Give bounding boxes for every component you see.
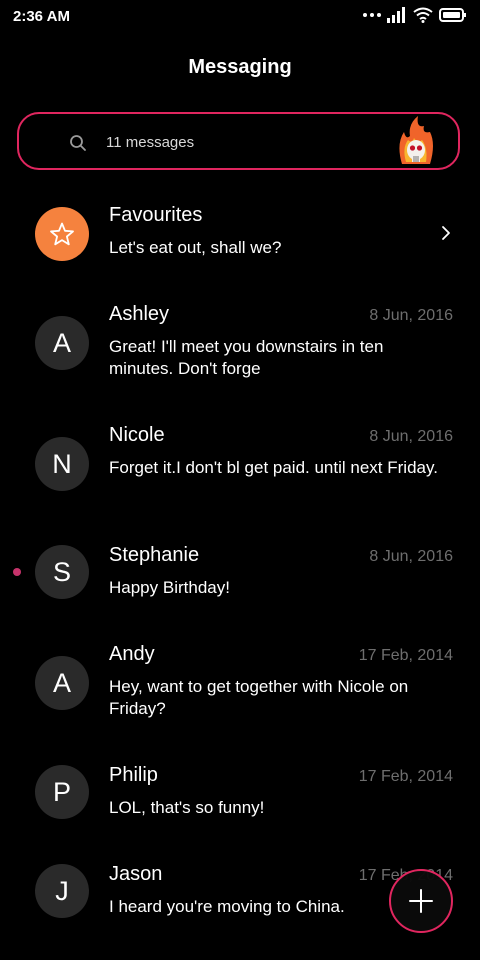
conversation-row[interactable]: P Philip 17 Feb, 2014 LOL, that's so fun…: [0, 746, 480, 846]
search-messages-count: 11 messages: [106, 134, 195, 151]
message-preview: Forget it.I don't bl get paid. until nex…: [109, 458, 438, 477]
flaming-skull-avatar-icon[interactable]: [394, 114, 438, 172]
more-dots-icon: [363, 13, 381, 17]
message-preview: Great! I'll meet you downstairs in ten m…: [109, 337, 384, 378]
conversation-row[interactable]: A Andy 17 Feb, 2014 Hey, want to get tog…: [0, 626, 480, 736]
message-date: 17 Feb, 2014: [358, 647, 453, 664]
contact-name: Stephanie: [109, 544, 200, 566]
status-bar: 2:36 AM: [0, 0, 480, 34]
avatar: N: [35, 437, 89, 491]
contact-name: Philip: [109, 764, 158, 786]
favourites-row[interactable]: Favourites Let's eat out, shall we?: [0, 186, 480, 276]
message-preview: LOL, that's so funny!: [109, 798, 265, 817]
conversation-row[interactable]: S Stephanie 8 Jun, 2016 Happy Birthday!: [0, 526, 480, 626]
contact-name: Nicole: [109, 424, 165, 446]
message-date: 8 Jun, 2016: [369, 428, 453, 445]
status-icons: [363, 7, 467, 23]
conversation-row[interactable]: N Nicole 8 Jun, 2016 Forget it.I don't b…: [0, 406, 480, 516]
contact-name: Jason: [109, 863, 163, 885]
avatar: A: [35, 316, 89, 370]
avatar: S: [35, 545, 89, 599]
unread-indicator: [13, 568, 21, 576]
contact-name: Ashley: [109, 303, 170, 325]
contact-name: Andy: [109, 643, 155, 665]
wifi-icon: [413, 7, 433, 23]
favourites-message: Let's eat out, shall we?: [109, 238, 282, 257]
message-date: 8 Jun, 2016: [369, 307, 453, 324]
message-date: 8 Jun, 2016: [369, 548, 453, 565]
avatar: P: [35, 765, 89, 819]
signal-icon: [387, 7, 405, 23]
plus-icon: [409, 889, 433, 913]
search-box[interactable]: 11 messages: [17, 112, 460, 170]
status-time: 2:36 AM: [13, 8, 70, 25]
conversation-row[interactable]: A Ashley 8 Jun, 2016 Great! I'll meet yo…: [0, 286, 480, 396]
battery-icon: [439, 8, 466, 22]
avatar: J: [35, 864, 89, 918]
message-preview: Happy Birthday!: [109, 578, 230, 597]
new-message-button[interactable]: [389, 869, 453, 933]
star-icon: [50, 222, 74, 246]
message-date: 17 Feb, 2014: [358, 768, 453, 785]
favourites-label: Favourites: [109, 204, 203, 226]
message-preview: Hey, want to get together with Nicole on…: [109, 677, 409, 718]
avatar: A: [35, 656, 89, 710]
favourites-avatar: [35, 207, 89, 261]
search-icon: [70, 135, 86, 151]
page-title: Messaging: [188, 56, 292, 78]
chevron-right-icon: [442, 226, 450, 240]
